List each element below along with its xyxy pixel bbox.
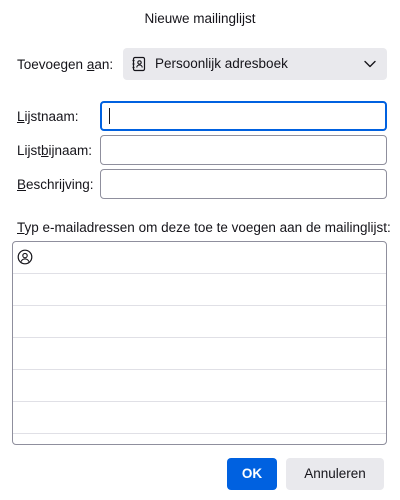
chevron-down-icon [364, 60, 376, 68]
add-to-label: Toevoegen aan: [17, 57, 114, 72]
description-input[interactable] [100, 169, 387, 199]
addresses-label: Typ e-mailadressen om deze toe te voegen… [17, 220, 391, 235]
ok-button[interactable]: OK [227, 458, 277, 490]
description-label: Beschrijving: [17, 177, 94, 192]
address-row[interactable] [13, 274, 386, 306]
address-book-selected-value: Persoonlijk adresboek [155, 56, 288, 71]
list-name-input[interactable] [100, 101, 387, 131]
new-mailing-list-dialog: Nieuwe mailinglijst Toevoegen aan: Perso… [0, 0, 400, 500]
address-row[interactable] [13, 242, 386, 274]
dialog-title: Nieuwe mailinglijst [144, 11, 256, 26]
list-nickname-input[interactable] [100, 135, 387, 165]
list-nickname-label: Lijstbijnaam: [17, 143, 93, 158]
address-book-icon [132, 56, 146, 72]
text-caret [109, 108, 110, 124]
address-row[interactable] [13, 370, 386, 402]
address-row[interactable] [13, 338, 386, 370]
cancel-button[interactable]: Annuleren [286, 458, 384, 490]
address-list[interactable] [12, 241, 387, 445]
list-name-label: Lijstnaam: [17, 109, 79, 124]
address-row[interactable] [13, 402, 386, 434]
address-book-select[interactable]: Persoonlijk adresboek [123, 48, 387, 80]
address-row[interactable] [13, 306, 386, 338]
contact-icon [17, 249, 33, 265]
